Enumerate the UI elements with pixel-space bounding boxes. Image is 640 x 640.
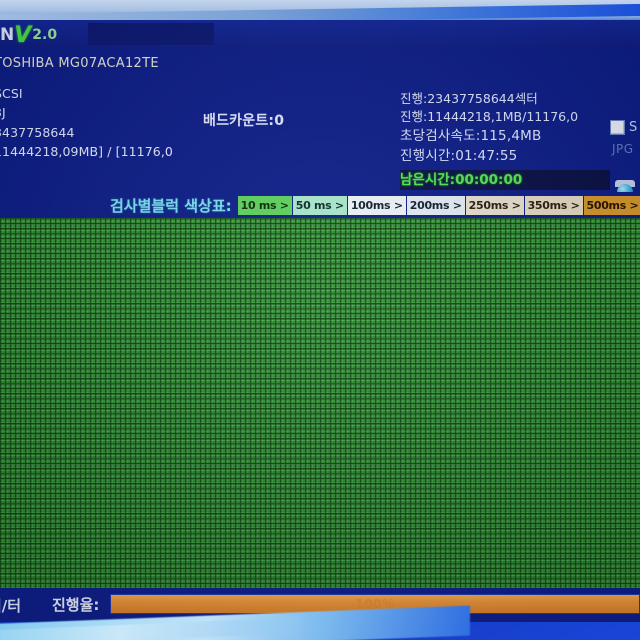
title-bar: N V 2.0 xyxy=(0,20,640,48)
legend-items-container: 10 ms >50 ms >100ms >200ms >250ms >350ms… xyxy=(237,195,640,215)
legend-item: 350ms > xyxy=(524,195,584,215)
logo-version-text: 2.0 xyxy=(32,27,58,43)
jpg-format-label: JPG xyxy=(612,142,634,156)
drive-info-left-column: TOSHIBA MG07ACA12TE SCSI 3J 3437758644 1… xyxy=(0,54,224,162)
block-color-legend: 검사별블럭 색상표: 10 ms >50 ms >100ms >200ms >2… xyxy=(0,192,640,218)
legend-item: 500ms > xyxy=(583,195,640,215)
scan-readouts: 진행:23437758644섹터 진행:11444218,1MB/11176,0… xyxy=(400,90,610,166)
scan-speed-text: 초당검사속도:115,4MB xyxy=(400,128,542,144)
drive-capacity-text: 11444218,09MB] / [11176,0 xyxy=(0,144,173,159)
hdd-scan-application-window: N V 2.0 TOSHIBA MG07ACA12TE SCSI 3J 3437… xyxy=(0,20,640,622)
drive-info-panel: TOSHIBA MG07ACA12TE SCSI 3J 3437758644 1… xyxy=(0,48,640,234)
drive-interface-text: SCSI xyxy=(0,85,23,101)
legend-title: 검사별블럭 색상표: xyxy=(110,196,232,215)
legend-item: 100ms > xyxy=(347,195,407,215)
logo-v-mark: V xyxy=(14,22,32,48)
drive-model-text: TOSHIBA MG07ACA12TE xyxy=(0,56,159,71)
progress-sectors-text: 진행:23437758644섹터 xyxy=(400,91,538,106)
legend-item: 50 ms > xyxy=(292,195,348,215)
checkbox-label: S xyxy=(629,120,638,135)
remaining-time-text: 남은시간:00:00:00 xyxy=(400,170,610,190)
scan-block-grid-cells xyxy=(0,218,640,588)
legend-item: 250ms > xyxy=(465,195,525,215)
status-left-text: 미/터 xyxy=(0,597,22,615)
progress-megabytes-text: 진행:11444218,1MB/11176,0 xyxy=(400,109,579,124)
legend-item: 10 ms > xyxy=(237,195,293,215)
drive-sector-count-text: 3437758644 xyxy=(0,124,75,140)
elapsed-time-text: 진행시간:01:47:55 xyxy=(400,148,518,164)
scan-block-grid[interactable] xyxy=(0,218,640,588)
logo-prefix-text: N xyxy=(0,25,14,45)
bad-count-label: 배드카운트:0 xyxy=(203,113,285,129)
drive-firmware-text: 3J xyxy=(0,105,6,120)
app-logo: N V 2.0 xyxy=(0,22,57,48)
checkbox-unchecked-icon[interactable] xyxy=(610,120,625,135)
legend-item: 200ms > xyxy=(406,195,466,215)
screenshot-option-checkbox-row[interactable]: S xyxy=(610,120,637,135)
screenshot-root: N V 2.0 TOSHIBA MG07ACA12TE SCSI 3J 3437… xyxy=(0,0,640,640)
progress-bar-label: 진행율: xyxy=(52,596,100,614)
title-bar-strip xyxy=(88,23,214,45)
